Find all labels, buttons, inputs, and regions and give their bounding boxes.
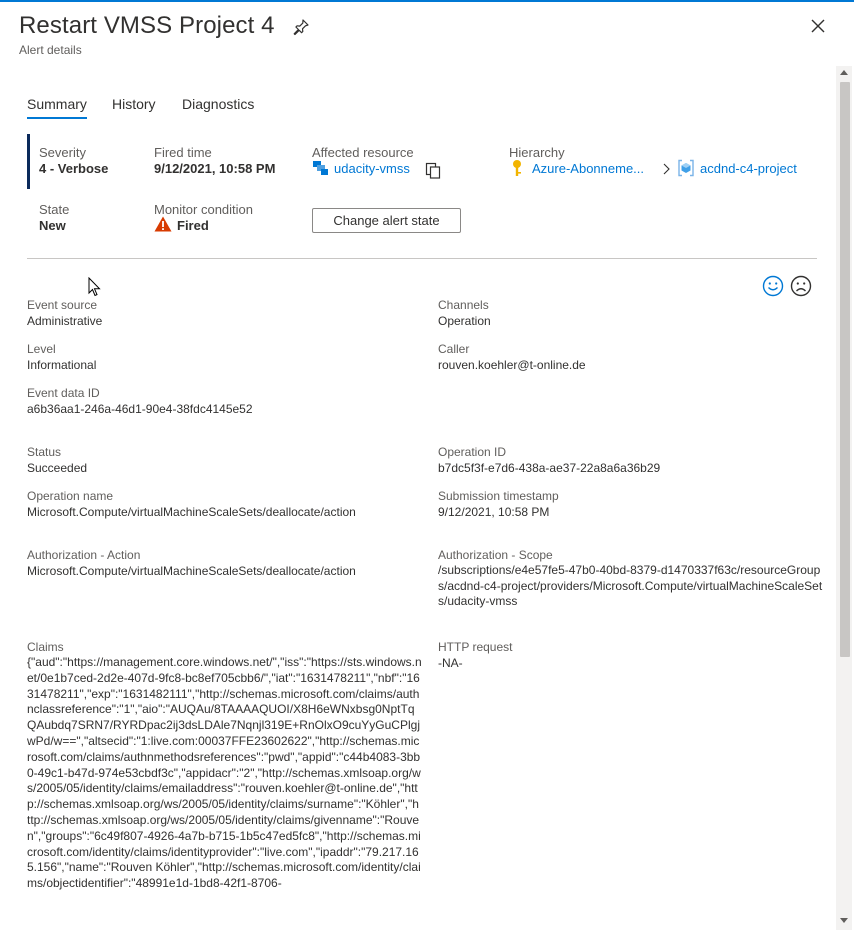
page-title: Restart VMSS Project 4 [19, 12, 275, 39]
vmss-icon [313, 161, 328, 175]
authorization-action-label: Authorization - Action [27, 548, 141, 562]
channels-value: Operation [438, 314, 491, 328]
monitor-condition-label: Monitor condition [154, 202, 253, 217]
claims-value: {"aud":"https://management.core.windows.… [27, 655, 422, 891]
caller-value: rouven.koehler@t-online.de [438, 358, 586, 372]
copy-icon[interactable] [425, 162, 441, 179]
change-alert-state-button[interactable]: Change alert state [312, 208, 461, 233]
key-icon [513, 160, 521, 176]
level-label: Level [27, 342, 56, 356]
caller-label: Caller [438, 342, 470, 356]
fired-time-value: 9/12/2021, 10:58 PM [154, 161, 276, 176]
operation-id-label: Operation ID [438, 445, 507, 459]
event-data-id-label: Event data ID [27, 386, 100, 400]
affected-resource-link[interactable]: udacity-vmss [334, 161, 410, 176]
channels-label: Channels [438, 298, 489, 312]
hierarchy-label: Hierarchy [509, 145, 565, 160]
fired-time-label: Fired time [154, 145, 212, 160]
http-request-label: HTTP request [438, 640, 513, 654]
scroll-down-arrow-icon[interactable] [840, 918, 848, 923]
status-label: Status [27, 445, 62, 459]
smile-icon[interactable] [762, 275, 784, 297]
severity-indicator-bar [27, 134, 30, 189]
operation-id-value: b7dc5f3f-e7d6-438a-ae37-22a8a6a36b29 [438, 461, 661, 475]
hierarchy-resource-group-link[interactable]: acdnd-c4-project [700, 161, 797, 176]
operation-name-label: Operation name [27, 489, 114, 503]
operation-name-value: Microsoft.Compute/virtualMachineScaleSet… [27, 505, 356, 519]
authorization-scope-label: Authorization - Scope [438, 548, 553, 562]
scroll-up-arrow-icon[interactable] [840, 70, 848, 75]
tab-history[interactable]: History [112, 96, 156, 112]
monitor-condition-value: Fired [177, 218, 209, 233]
tab-diagnostics[interactable]: Diagnostics [182, 96, 254, 112]
close-icon[interactable] [808, 16, 828, 36]
http-request-value: -NA- [438, 656, 463, 670]
claims-label: Claims [27, 640, 64, 654]
frown-icon[interactable] [790, 275, 812, 297]
scrollbar-thumb[interactable] [840, 82, 850, 657]
state-label: State [39, 202, 70, 217]
chevron-right-icon [663, 163, 670, 175]
resource-group-icon [678, 159, 694, 177]
authorization-action-value: Microsoft.Compute/virtualMachineScaleSet… [27, 564, 356, 578]
severity-value: 4 - Verbose [39, 161, 109, 176]
section-divider [27, 258, 817, 259]
event-source-value: Administrative [27, 314, 103, 328]
event-data-id-value: a6b36aa1-246a-46d1-90e4-38fdc4145e52 [27, 402, 253, 416]
submission-timestamp-label: Submission timestamp [438, 489, 559, 503]
authorization-scope-value: /subscriptions/e4e57fe5-47b0-40bd-8379-d… [438, 563, 823, 609]
page-subtitle: Alert details [19, 43, 82, 57]
status-value: Succeeded [27, 461, 88, 475]
submission-timestamp-value: 9/12/2021, 10:58 PM [438, 505, 550, 519]
state-value: New [39, 218, 66, 233]
level-value: Informational [27, 358, 97, 372]
warning-icon [154, 216, 172, 232]
pin-icon[interactable] [292, 18, 310, 36]
top-accent-line [0, 0, 854, 2]
tab-summary[interactable]: Summary [27, 96, 87, 119]
event-source-label: Event source [27, 298, 98, 312]
affected-resource-label: Affected resource [312, 145, 414, 160]
hierarchy-subscription-link[interactable]: Azure-Abonneme... [532, 161, 644, 176]
mouse-cursor [88, 277, 101, 297]
severity-label: Severity [39, 145, 86, 160]
